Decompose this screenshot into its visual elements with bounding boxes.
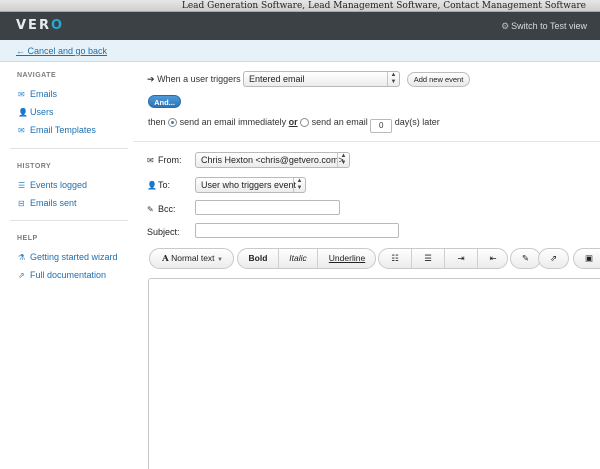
event-select[interactable]: Entered email ▲ ▼	[243, 71, 400, 87]
sidebar-item-full-documentation[interactable]: ⇗ Full documentation	[18, 270, 106, 280]
send-immediately-radio[interactable]	[168, 118, 178, 127]
image-button[interactable]: ▣	[573, 248, 600, 269]
and-button[interactable]: And...	[148, 95, 181, 108]
list-icon: ☰	[18, 181, 26, 190]
bold-button[interactable]: Bold	[238, 249, 278, 268]
indent-icon[interactable]: ⇥	[445, 249, 477, 268]
app-header: VERO ⚙ Switch to Test view	[0, 12, 600, 40]
sidebar-divider	[10, 148, 128, 149]
select-arrows-icon: ▲ ▼	[293, 178, 305, 192]
text-format-dropdown[interactable]: A Normal text ▼	[149, 248, 234, 269]
sidebar-item-users[interactable]: 👤 Users	[18, 107, 54, 117]
inbox-icon: ⊟	[18, 199, 25, 208]
sidebar-heading-help: HELP	[17, 235, 38, 242]
wizard-icon: ⚗	[18, 253, 26, 262]
sidebar-item-getting-started-wizard[interactable]: ⚗ Getting started wizard	[18, 252, 118, 262]
envelope-icon: ✉	[18, 90, 25, 99]
subject-label: Subject:	[147, 227, 180, 237]
trigger-prefix: ➔ When a user triggers	[147, 74, 241, 84]
image-icon: ▣	[584, 253, 594, 263]
to-select[interactable]: User who triggers event ▲ ▼	[195, 177, 306, 193]
sidebar-heading-navigate: NAVIGATE	[17, 72, 57, 79]
email-body-editor[interactable]	[148, 278, 600, 469]
edit-icon: ✎	[147, 205, 154, 214]
add-new-event-button[interactable]: Add new event	[407, 72, 470, 87]
underline-button[interactable]: Underline	[318, 249, 376, 268]
vero-logo[interactable]: VERO	[16, 18, 64, 33]
bcc-label: ✎ Bcc:	[147, 204, 176, 214]
switch-label: Switch to Test view	[511, 21, 587, 31]
to-label: 👤To:	[147, 180, 171, 190]
chevron-down-icon: ▼	[216, 257, 223, 263]
text-style-group: Bold Italic Underline	[237, 248, 376, 269]
pencil-icon: ✎	[521, 253, 530, 263]
cancel-bar: ← Cancel and go back	[0, 40, 600, 62]
send-timing-row: then send an email immediately or send a…	[148, 117, 440, 133]
font-icon: A	[162, 254, 169, 264]
sidebar-item-email-templates[interactable]: ✉ Email Templates	[18, 125, 96, 135]
select-arrows-icon: ▲ ▼	[337, 153, 349, 167]
subject-input[interactable]	[195, 223, 399, 238]
switch-to-test-view-link[interactable]: ⚙ Switch to Test view	[501, 21, 587, 32]
section-divider	[133, 141, 600, 142]
ordered-list-icon[interactable]: ☰	[412, 249, 444, 268]
sidebar-item-emails-sent[interactable]: ⊟ Emails sent	[18, 198, 77, 208]
bcc-input[interactable]	[195, 200, 340, 215]
envelope-icon: ✉	[18, 126, 25, 135]
unordered-list-icon[interactable]: ☷	[379, 249, 411, 268]
user-icon: 👤	[147, 181, 157, 190]
outdent-icon[interactable]: ⇤	[478, 249, 508, 268]
sidebar-heading-history: HISTORY	[17, 163, 52, 170]
select-arrows-icon: ▲ ▼	[387, 72, 399, 86]
italic-button[interactable]: Italic	[279, 249, 317, 268]
main-content: ➔ When a user triggers Entered email ▲ ▼ …	[133, 62, 600, 469]
share-link-icon: ⇗	[549, 253, 558, 263]
window-title-bar: Lead Generation Software, Lead Managemen…	[0, 0, 600, 12]
user-icon: 👤	[18, 108, 28, 117]
window-title: Lead Generation Software, Lead Managemen…	[181, 1, 586, 11]
envelope-icon: ✉	[147, 156, 154, 165]
sidebar-item-events-logged[interactable]: ☰ Events logged	[18, 180, 87, 190]
gear-icon: ⚙	[501, 21, 510, 31]
link-button[interactable]: ⇗	[538, 248, 569, 269]
pen-tool-button[interactable]: ✎	[510, 248, 541, 269]
text-format-button[interactable]: A Normal text ▼	[150, 249, 235, 268]
from-label: ✉ From:	[147, 155, 182, 165]
arrow-right-icon: ➔	[147, 74, 155, 84]
from-select[interactable]: Chris Hexton <chris@getvero.com> ▲ ▼	[195, 152, 350, 168]
send-delayed-radio[interactable]	[300, 118, 310, 127]
sidebar: NAVIGATE ✉ Emails 👤 Users ✉ Email Templates…	[0, 62, 133, 469]
external-link-icon: ⇗	[18, 271, 25, 280]
delay-days-input[interactable]: 0	[370, 119, 393, 133]
cancel-and-go-back-link[interactable]: ← Cancel and go back	[16, 46, 107, 56]
sidebar-divider	[10, 220, 128, 221]
sidebar-item-emails[interactable]: ✉ Emails	[18, 89, 57, 99]
list-indent-group: ☷ ☰ ⇥ ⇤	[378, 248, 508, 269]
